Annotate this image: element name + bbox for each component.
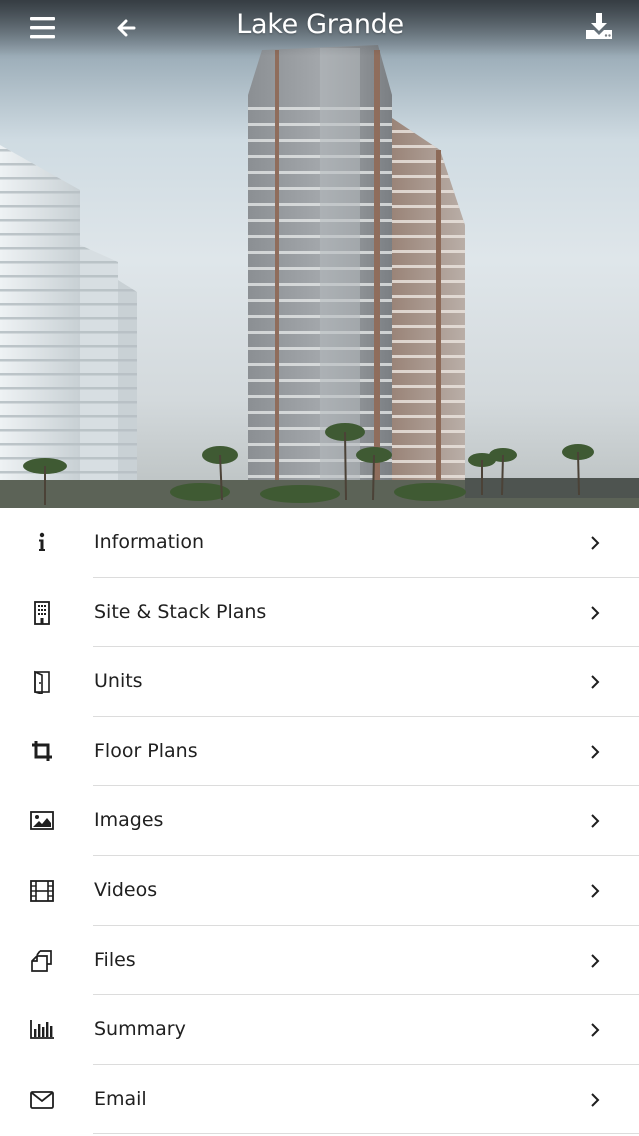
menu-item-email[interactable]: Email: [0, 1064, 639, 1135]
chevron-right-icon: [589, 1021, 601, 1039]
chevron-right-icon: [589, 812, 601, 830]
chevron-right-icon: [589, 882, 601, 900]
menu-item-label: Floor Plans: [94, 739, 198, 762]
chevron-right-icon: [589, 534, 601, 552]
door-icon: [29, 670, 55, 696]
menu-item-information[interactable]: Information: [0, 508, 639, 578]
menu-item-label: Images: [94, 809, 164, 832]
menu-item-label: Information: [94, 531, 204, 553]
building-icon: [29, 600, 55, 625]
info-icon: [29, 531, 55, 555]
menu-item-label: Files: [94, 948, 136, 971]
hero-image: Lake Grande: [0, 0, 639, 508]
menu-item-label: Videos: [94, 878, 158, 901]
image-icon: [29, 809, 55, 833]
chevron-right-icon: [589, 743, 601, 761]
menu-item-units[interactable]: Units: [0, 647, 639, 717]
building-rendering: [0, 45, 639, 508]
hamburger-menu-icon[interactable]: [28, 14, 58, 42]
chevron-right-icon: [589, 1091, 601, 1109]
crop-icon: [29, 740, 55, 764]
menu-item-summary[interactable]: Summary: [0, 995, 639, 1065]
project-menu-list: Information Site & Stack Plans Units Flo…: [0, 508, 639, 1135]
download-icon[interactable]: [583, 11, 615, 41]
files-icon: [29, 949, 55, 973]
film-icon: [29, 879, 55, 903]
arrow-left-icon[interactable]: [112, 14, 142, 42]
menu-item-floor-plans[interactable]: Floor Plans: [0, 716, 639, 787]
envelope-icon: [29, 1088, 55, 1112]
bar-chart-icon: [29, 1018, 55, 1042]
menu-item-label: Email: [94, 1087, 147, 1110]
chevron-right-icon: [589, 604, 601, 622]
chevron-right-icon: [589, 673, 601, 691]
menu-item-videos[interactable]: Videos: [0, 855, 639, 926]
menu-item-label: Site & Stack Plans: [94, 600, 267, 623]
menu-item-images[interactable]: Images: [0, 786, 639, 856]
menu-item-site-stack-plans[interactable]: Site & Stack Plans: [0, 577, 639, 648]
menu-item-label: Units: [94, 670, 143, 693]
page-title: Lake Grande: [236, 9, 404, 40]
menu-item-files[interactable]: Files: [0, 925, 639, 996]
divider: [93, 1133, 639, 1135]
menu-item-label: Summary: [94, 1018, 186, 1041]
chevron-right-icon: [589, 952, 601, 970]
app-toolbar: Lake Grande: [0, 0, 639, 56]
